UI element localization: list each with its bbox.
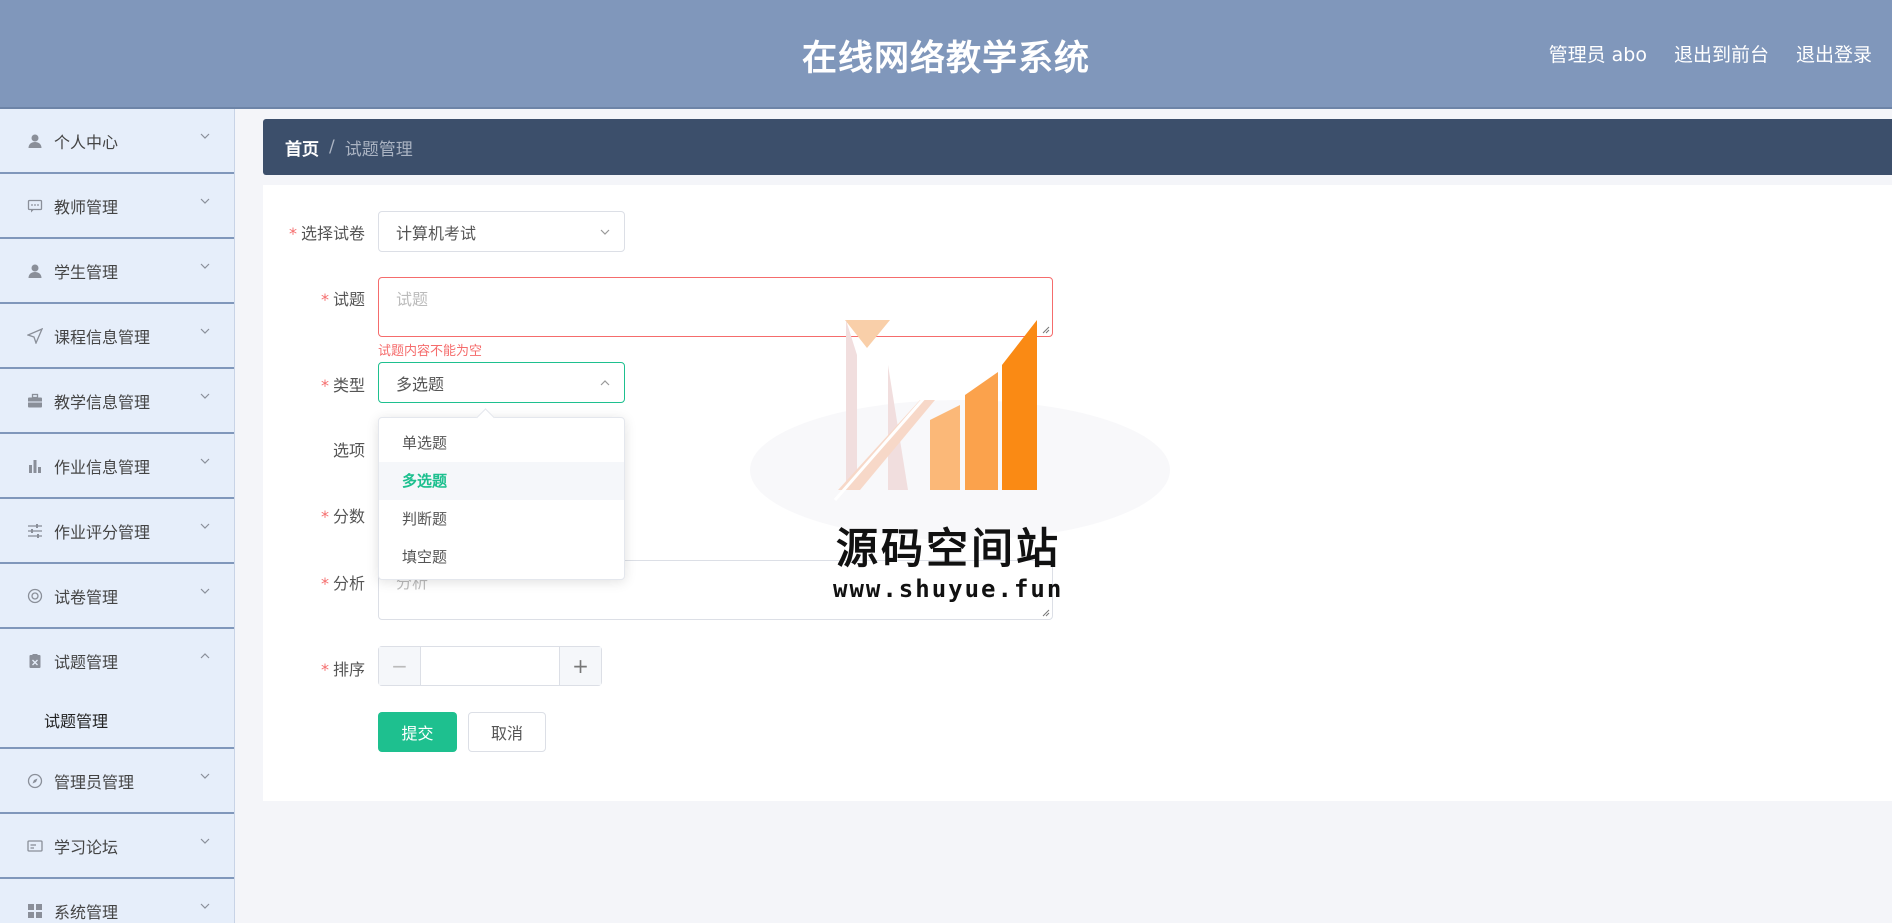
chevron-down-icon bbox=[200, 263, 210, 269]
breadcrumb-current: 试题管理 bbox=[344, 139, 413, 160]
paper-select-value: 计算机考试 bbox=[396, 223, 477, 243]
sidebar-item-label: 系统管理 bbox=[54, 902, 119, 922]
sidebar-item-label: 作业评分管理 bbox=[54, 522, 151, 542]
header-nav: 管理员 abo 退出到前台 退出登录 bbox=[1549, 40, 1872, 67]
sidebar-item-questions[interactable]: 试题管理 bbox=[0, 629, 234, 692]
sidebar-item-student[interactable]: 学生管理 bbox=[0, 239, 234, 304]
type-select[interactable]: 多选题 bbox=[378, 362, 625, 403]
sliders-icon bbox=[26, 522, 44, 540]
submenu-item-questions[interactable]: 试题管理 bbox=[0, 692, 234, 749]
sidebar-item-system[interactable]: 系统管理 bbox=[0, 879, 234, 923]
paper-label: * 选择试卷 bbox=[288, 224, 365, 243]
dropdown-option-single[interactable]: 单选题 bbox=[379, 424, 624, 462]
chevron-down-icon bbox=[200, 773, 210, 779]
grid-icon bbox=[26, 902, 44, 920]
type-dropdown: 单选题 多选题 判断题 填空题 bbox=[378, 408, 625, 580]
increment-button[interactable]: + bbox=[559, 647, 601, 685]
sidebar-item-teaching[interactable]: 教学信息管理 bbox=[0, 369, 234, 434]
order-stepper: − + bbox=[378, 646, 602, 686]
watermark-url: www.shuyue.fun bbox=[833, 575, 1064, 603]
sidebar-item-label: 学习论坛 bbox=[54, 837, 119, 857]
sidebar-item-label: 课程信息管理 bbox=[54, 327, 151, 347]
sidebar-item-forum[interactable]: 学习论坛 bbox=[0, 814, 234, 879]
send-icon bbox=[26, 327, 44, 345]
clipboard-icon bbox=[26, 652, 44, 670]
sidebar-item-label: 教学信息管理 bbox=[54, 392, 151, 412]
sidebar: 个人中心 教师管理 学生管理 课程信息管理 教学信息管理 作业信息管理 作业评分… bbox=[0, 109, 235, 923]
chevron-down-icon bbox=[600, 229, 610, 235]
sidebar-item-label: 个人中心 bbox=[54, 132, 119, 152]
sidebar-item-label: 试卷管理 bbox=[54, 587, 119, 607]
sidebar-item-exam-paper[interactable]: 试卷管理 bbox=[0, 564, 234, 629]
compass-icon bbox=[26, 772, 44, 790]
watermark-text: 源码空间站 bbox=[836, 524, 1062, 573]
top-header: 在线网络教学系统 管理员 abo 退出到前台 退出登录 bbox=[0, 0, 1892, 107]
analysis-label: * 分析 bbox=[320, 574, 365, 593]
lifebuoy-icon bbox=[26, 587, 44, 605]
sidebar-item-label: 教师管理 bbox=[54, 197, 119, 217]
chevron-up-icon bbox=[600, 380, 610, 386]
sidebar-item-personal-center[interactable]: 个人中心 bbox=[0, 109, 234, 174]
logout-link[interactable]: 退出登录 bbox=[1796, 40, 1872, 67]
sidebar-item-label: 管理员管理 bbox=[54, 772, 135, 792]
user-icon bbox=[26, 132, 44, 150]
user-icon bbox=[26, 262, 44, 280]
order-input[interactable] bbox=[421, 647, 559, 685]
chevron-down-icon bbox=[200, 523, 210, 529]
breadcrumb-home[interactable]: 首页 bbox=[285, 135, 319, 160]
dropdown-option-multiple[interactable]: 多选题 bbox=[379, 462, 624, 500]
sidebar-item-label: 作业信息管理 bbox=[54, 457, 151, 477]
submit-button[interactable]: 提交 bbox=[378, 712, 457, 752]
cancel-button[interactable]: 取消 bbox=[468, 712, 546, 752]
order-label: * 排序 bbox=[320, 660, 365, 679]
chevron-down-icon bbox=[200, 903, 210, 909]
required-mark: * bbox=[320, 574, 329, 593]
chevron-down-icon bbox=[200, 133, 210, 139]
breadcrumb: 首页 / 试题管理 bbox=[263, 119, 1892, 175]
dropdown-option-fill[interactable]: 填空题 bbox=[379, 538, 624, 576]
required-mark: * bbox=[320, 376, 329, 395]
required-mark: * bbox=[320, 290, 329, 309]
required-mark: * bbox=[320, 507, 329, 526]
chevron-down-icon bbox=[200, 588, 210, 594]
options-label: 选项 bbox=[332, 441, 365, 460]
sidebar-item-label: 学生管理 bbox=[54, 262, 119, 282]
question-error: 试题内容不能为空 bbox=[378, 344, 483, 359]
chevron-down-icon bbox=[200, 393, 210, 399]
chat-icon bbox=[26, 197, 44, 215]
sidebar-item-teacher[interactable]: 教师管理 bbox=[0, 174, 234, 239]
dropdown-option-judge[interactable]: 判断题 bbox=[379, 500, 624, 538]
sidebar-item-grading[interactable]: 作业评分管理 bbox=[0, 499, 234, 564]
chevron-down-icon bbox=[200, 458, 210, 464]
user-label[interactable]: 管理员 abo bbox=[1549, 40, 1647, 67]
sidebar-item-label: 试题管理 bbox=[54, 652, 119, 672]
header-divider bbox=[0, 107, 1892, 109]
exit-to-front-link[interactable]: 退出到前台 bbox=[1674, 40, 1769, 67]
chevron-down-icon bbox=[200, 328, 210, 334]
chevron-up-icon bbox=[200, 653, 210, 659]
sidebar-item-admin[interactable]: 管理员管理 bbox=[0, 749, 234, 814]
required-mark: * bbox=[320, 660, 329, 679]
card-icon bbox=[26, 837, 44, 855]
briefcase-icon bbox=[26, 392, 44, 410]
sidebar-item-homework[interactable]: 作业信息管理 bbox=[0, 434, 234, 499]
type-select-value: 多选题 bbox=[396, 374, 445, 394]
chevron-down-icon bbox=[200, 198, 210, 204]
chevron-down-icon bbox=[200, 838, 210, 844]
decrement-button[interactable]: − bbox=[379, 647, 421, 685]
score-label: * 分数 bbox=[320, 507, 365, 526]
required-mark: * bbox=[288, 224, 297, 243]
bar-chart-icon bbox=[26, 457, 44, 475]
breadcrumb-separator: / bbox=[329, 137, 335, 157]
question-placeholder: 试题 bbox=[396, 290, 429, 309]
paper-select[interactable]: 计算机考试 bbox=[378, 211, 625, 252]
question-label: * 试题 bbox=[320, 290, 365, 309]
sidebar-item-course[interactable]: 课程信息管理 bbox=[0, 304, 234, 369]
type-label: * 类型 bbox=[320, 376, 365, 395]
